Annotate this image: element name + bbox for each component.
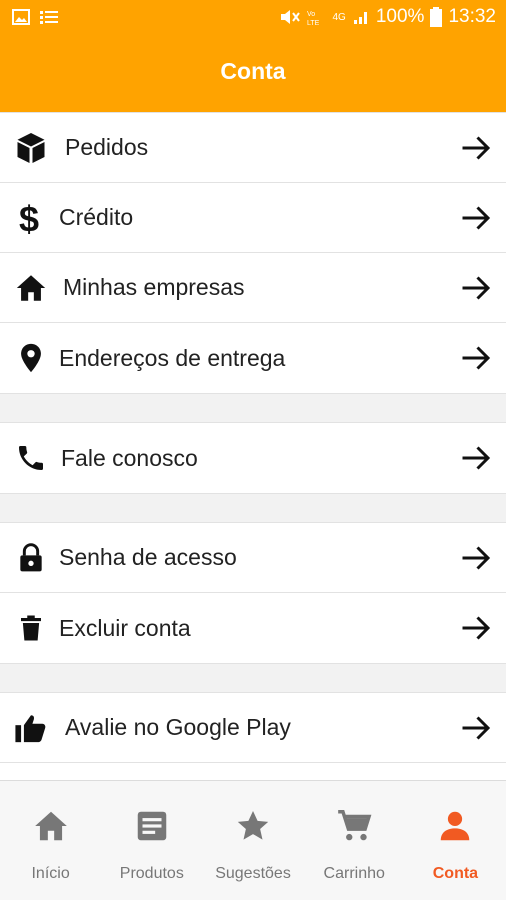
volte-icon: Vo LTE <box>307 11 320 26</box>
menu-item-fale-conosco[interactable]: Fale conosco <box>0 423 506 493</box>
nav-tab-label: Carrinho <box>323 865 385 882</box>
menu-group-security: Senha de acesso Excluir conta <box>0 522 506 664</box>
signal-icon <box>353 12 367 24</box>
nav-tab-label: Início <box>31 865 70 882</box>
svg-text:Vo: Vo <box>307 11 315 18</box>
arrow-right-icon <box>462 446 491 470</box>
dollar-icon: $ <box>13 200 49 236</box>
app-header: Vo LTE 4G 100% 13:32 Conta <box>0 0 506 112</box>
arrow-right-icon <box>462 346 491 370</box>
image-notification-icon <box>12 9 30 25</box>
arrow-right-icon <box>462 276 491 300</box>
menu-item-pedidos[interactable]: Pedidos <box>0 113 506 183</box>
cart-icon <box>338 810 372 841</box>
nav-tab-produtos[interactable]: Produtos <box>101 781 202 900</box>
star-icon <box>237 810 269 840</box>
menu-item-enderecos[interactable]: Endereços de entrega <box>0 323 506 393</box>
arrow-right-icon <box>462 616 491 640</box>
account-menu: Pedidos $ Crédito Minhas empresas Endere… <box>0 112 506 780</box>
person-icon <box>441 811 470 841</box>
nav-tab-label: Produtos <box>119 865 184 882</box>
battery-percent: 100% <box>375 6 425 27</box>
arrow-right-icon <box>462 546 491 570</box>
svg-text:$: $ <box>19 200 39 236</box>
svg-text:LTE: LTE <box>307 20 320 26</box>
menu-item-label: Avalie no Google Play <box>65 714 291 740</box>
menu-group-contact: Fale conosco <box>0 422 506 494</box>
menu-item-minhas-empresas[interactable]: Minhas empresas <box>0 253 506 323</box>
menu-item-label: Crédito <box>59 204 134 230</box>
thumbs-up-icon <box>13 710 49 746</box>
menu-item-label: Endereços de entrega <box>59 344 286 371</box>
clock: 13:32 <box>448 6 496 27</box>
menu-item-excluir-conta[interactable]: Excluir conta <box>0 593 506 663</box>
menu-item-partial[interactable] <box>0 763 506 780</box>
home-icon <box>34 811 67 841</box>
arrow-right-icon <box>462 716 491 740</box>
lock-icon <box>13 540 49 576</box>
menu-group-orders: Pedidos $ Crédito Minhas empresas Endere… <box>0 112 506 394</box>
list-notification-icon <box>40 11 58 24</box>
nav-tab-inicio[interactable]: Início <box>0 781 101 900</box>
menu-item-label: Pedidos <box>65 134 149 160</box>
list-icon <box>137 811 167 841</box>
nav-tab-sugestoes[interactable]: Sugestões <box>202 781 303 900</box>
nav-tab-carrinho[interactable]: Carrinho <box>304 781 405 900</box>
package-icon <box>13 130 49 166</box>
nav-tab-label: Sugestões <box>215 865 291 882</box>
home-icon <box>13 270 49 306</box>
battery-icon <box>430 7 443 27</box>
menu-item-avalie[interactable]: Avalie no Google Play <box>0 693 506 763</box>
arrow-right-icon <box>462 206 491 230</box>
menu-item-label: Excluir conta <box>59 614 191 641</box>
menu-group-rate: Avalie no Google Play <box>0 692 506 780</box>
menu-item-label: Fale conosco <box>61 444 198 471</box>
phone-icon <box>13 440 49 476</box>
arrow-right-icon <box>462 136 491 160</box>
nav-tab-conta[interactable]: Conta <box>405 781 506 900</box>
bottom-navigation: Início Produtos Sugestões Carrinho Conta <box>0 780 506 900</box>
menu-item-senha[interactable]: Senha de acesso <box>0 523 506 593</box>
menu-item-label: Minhas empresas <box>63 274 245 300</box>
network-type: 4G <box>332 11 346 23</box>
page-title: Conta <box>220 58 286 84</box>
menu-item-credito[interactable]: $ Crédito <box>0 183 506 253</box>
nav-tab-label: Conta <box>432 865 479 882</box>
location-pin-icon <box>13 340 49 376</box>
status-bar: Vo LTE 4G 100% 13:32 <box>0 0 506 36</box>
trash-icon <box>13 610 49 646</box>
menu-item-label: Senha de acesso <box>59 544 237 570</box>
mute-icon <box>280 10 300 24</box>
